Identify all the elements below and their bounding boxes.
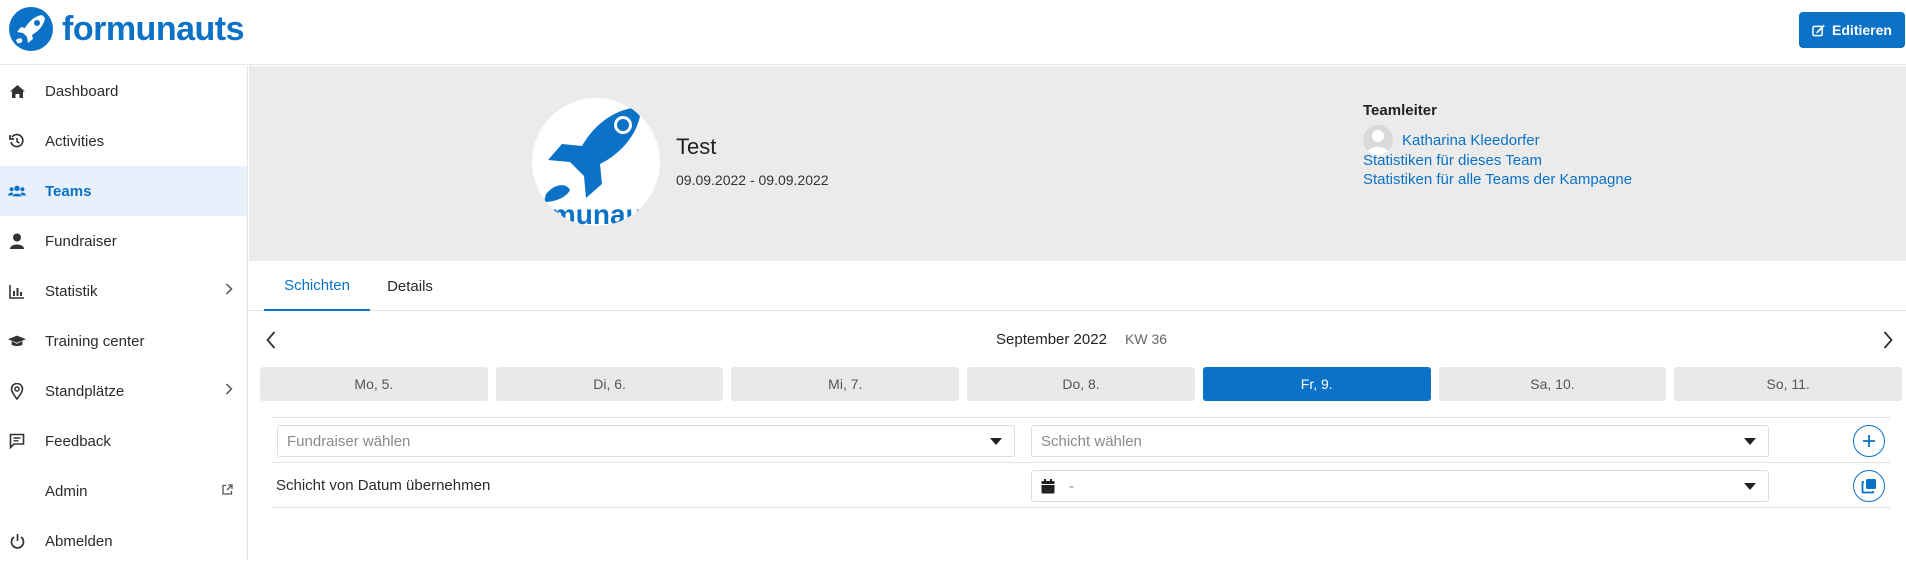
sidebar-item-label: Statistik — [45, 282, 98, 300]
user-icon — [8, 232, 26, 250]
copy-shift-button[interactable] — [1853, 470, 1885, 502]
sidebar-item-activities[interactable]: Activities — [0, 116, 247, 166]
sidebar-item-training-center[interactable]: Training center — [0, 316, 247, 366]
calendar-week: KW 36 — [1125, 331, 1168, 347]
top-bar: formunauts Editieren — [0, 0, 1906, 65]
day-button-sunday[interactable]: So, 11. — [1674, 367, 1903, 401]
sidebar-item-label: Activities — [45, 132, 105, 150]
day-button-tuesday[interactable]: Di, 6. — [495, 367, 724, 401]
team-logo-text: rmunaut — [540, 199, 652, 226]
team-name: Test — [676, 134, 717, 159]
sidebar-item-label: Admin — [45, 482, 88, 500]
next-week-button[interactable] — [1876, 328, 1900, 352]
edit-button[interactable]: Editieren — [1799, 12, 1905, 48]
day-button-wednesday[interactable]: Mi, 7. — [731, 367, 960, 401]
day-button-monday[interactable]: Mo, 5. — [260, 367, 488, 401]
edit-icon — [1812, 24, 1825, 36]
sidebar-item-label: Abmelden — [45, 532, 113, 550]
sidebar-item-dashboard[interactable]: Dashboard — [0, 66, 247, 116]
stats-team-link[interactable]: Statistiken für dieses Team — [1363, 152, 1542, 169]
tab-schichten[interactable]: Schichten — [264, 261, 370, 311]
add-shift-row: Fundraiser wählen Schicht wählen — [272, 417, 1890, 463]
sidebar-item-label: Feedback — [45, 432, 111, 450]
home-icon — [8, 82, 26, 100]
date-select-value: - — [1069, 477, 1074, 495]
sidebar-item-teams[interactable]: Teams — [0, 166, 247, 216]
chevron-left-icon — [266, 331, 276, 349]
fundraiser-select-placeholder: Fundraiser wählen — [287, 432, 411, 450]
sidebar-item-label: Teams — [45, 182, 92, 200]
sidebar-item-abmelden[interactable]: Abmelden — [0, 516, 247, 566]
edit-button-label: Editieren — [1832, 22, 1892, 38]
day-button-friday[interactable]: Fr, 9. — [1202, 367, 1431, 401]
copy-shift-label: Schicht von Datum übernehmen — [276, 477, 491, 494]
add-shift-button[interactable] — [1853, 425, 1885, 457]
team-leader-heading: Teamleiter — [1363, 102, 1437, 119]
sidebar-item-label: Training center — [45, 332, 145, 350]
history-icon — [8, 132, 26, 150]
bar-chart-icon — [8, 282, 26, 300]
sidebar-item-admin[interactable]: Admin — [0, 466, 247, 516]
external-link-icon — [222, 484, 233, 495]
team-dates: 09.09.2022 - 09.09.2022 — [676, 172, 829, 188]
chevron-right-icon — [225, 383, 233, 395]
chevron-right-icon — [1883, 331, 1893, 349]
stats-all-teams-link[interactable]: Statistiken für alle Teams der Kampagne — [1363, 171, 1632, 188]
caret-down-icon — [1744, 438, 1756, 445]
rocket-icon: rmunaut — [540, 108, 652, 226]
copy-shift-row: Schicht von Datum übernehmen - — [272, 462, 1890, 508]
week-navigation: September 2022 KW 36 — [249, 320, 1906, 360]
team-header: rmunaut Test 09.09.2022 - 09.09.2022 Tea… — [249, 66, 1906, 261]
caret-down-icon — [1744, 483, 1756, 490]
sidebar-item-label: Standplätze — [45, 382, 125, 400]
brand-logo[interactable]: formunauts — [8, 6, 245, 52]
current-month: September 2022 — [996, 331, 1107, 348]
date-select[interactable]: - — [1031, 470, 1769, 502]
brand-name: formunauts — [62, 9, 245, 48]
sidebar-item-fundraiser[interactable]: Fundraiser — [0, 216, 247, 266]
team-logo: rmunaut — [532, 98, 660, 226]
shift-select[interactable]: Schicht wählen — [1031, 425, 1769, 457]
calendar-icon — [1041, 478, 1055, 493]
sidebar-item-feedback[interactable]: Feedback — [0, 416, 247, 466]
shift-select-placeholder: Schicht wählen — [1041, 432, 1142, 450]
sidebar-item-label: Fundraiser — [45, 232, 117, 250]
rocket-logo-icon — [9, 7, 53, 51]
plus-icon — [1863, 435, 1875, 447]
day-button-saturday[interactable]: Sa, 10. — [1438, 367, 1667, 401]
previous-week-button[interactable] — [259, 328, 283, 352]
day-selector: Mo, 5. Di, 6. Mi, 7. Do, 8. Fr, 9. Sa, 1… — [260, 367, 1903, 401]
caret-down-icon — [990, 438, 1002, 445]
fundraiser-select[interactable]: Fundraiser wählen — [277, 425, 1015, 457]
sidebar: Dashboard Activities Teams Fundraiser St… — [0, 66, 248, 561]
tab-details[interactable]: Details — [370, 261, 450, 311]
tab-bar: Schichten Details — [249, 261, 1906, 311]
message-icon — [8, 432, 26, 450]
map-pin-icon — [8, 382, 26, 400]
team-leader-link[interactable]: Katharina Kleedorfer — [1402, 132, 1540, 149]
sidebar-item-standplaetze[interactable]: Standplätze — [0, 366, 247, 416]
day-button-thursday[interactable]: Do, 8. — [967, 367, 1195, 401]
copy-icon — [1861, 479, 1876, 494]
chevron-right-icon — [225, 283, 233, 295]
users-icon — [8, 182, 26, 200]
sidebar-item-statistik[interactable]: Statistik — [0, 266, 247, 316]
graduation-cap-icon — [8, 332, 26, 350]
avatar — [1363, 125, 1393, 155]
sidebar-item-label: Dashboard — [45, 82, 119, 100]
team-leader: Katharina Kleedorfer — [1363, 125, 1540, 155]
power-icon — [8, 532, 26, 550]
